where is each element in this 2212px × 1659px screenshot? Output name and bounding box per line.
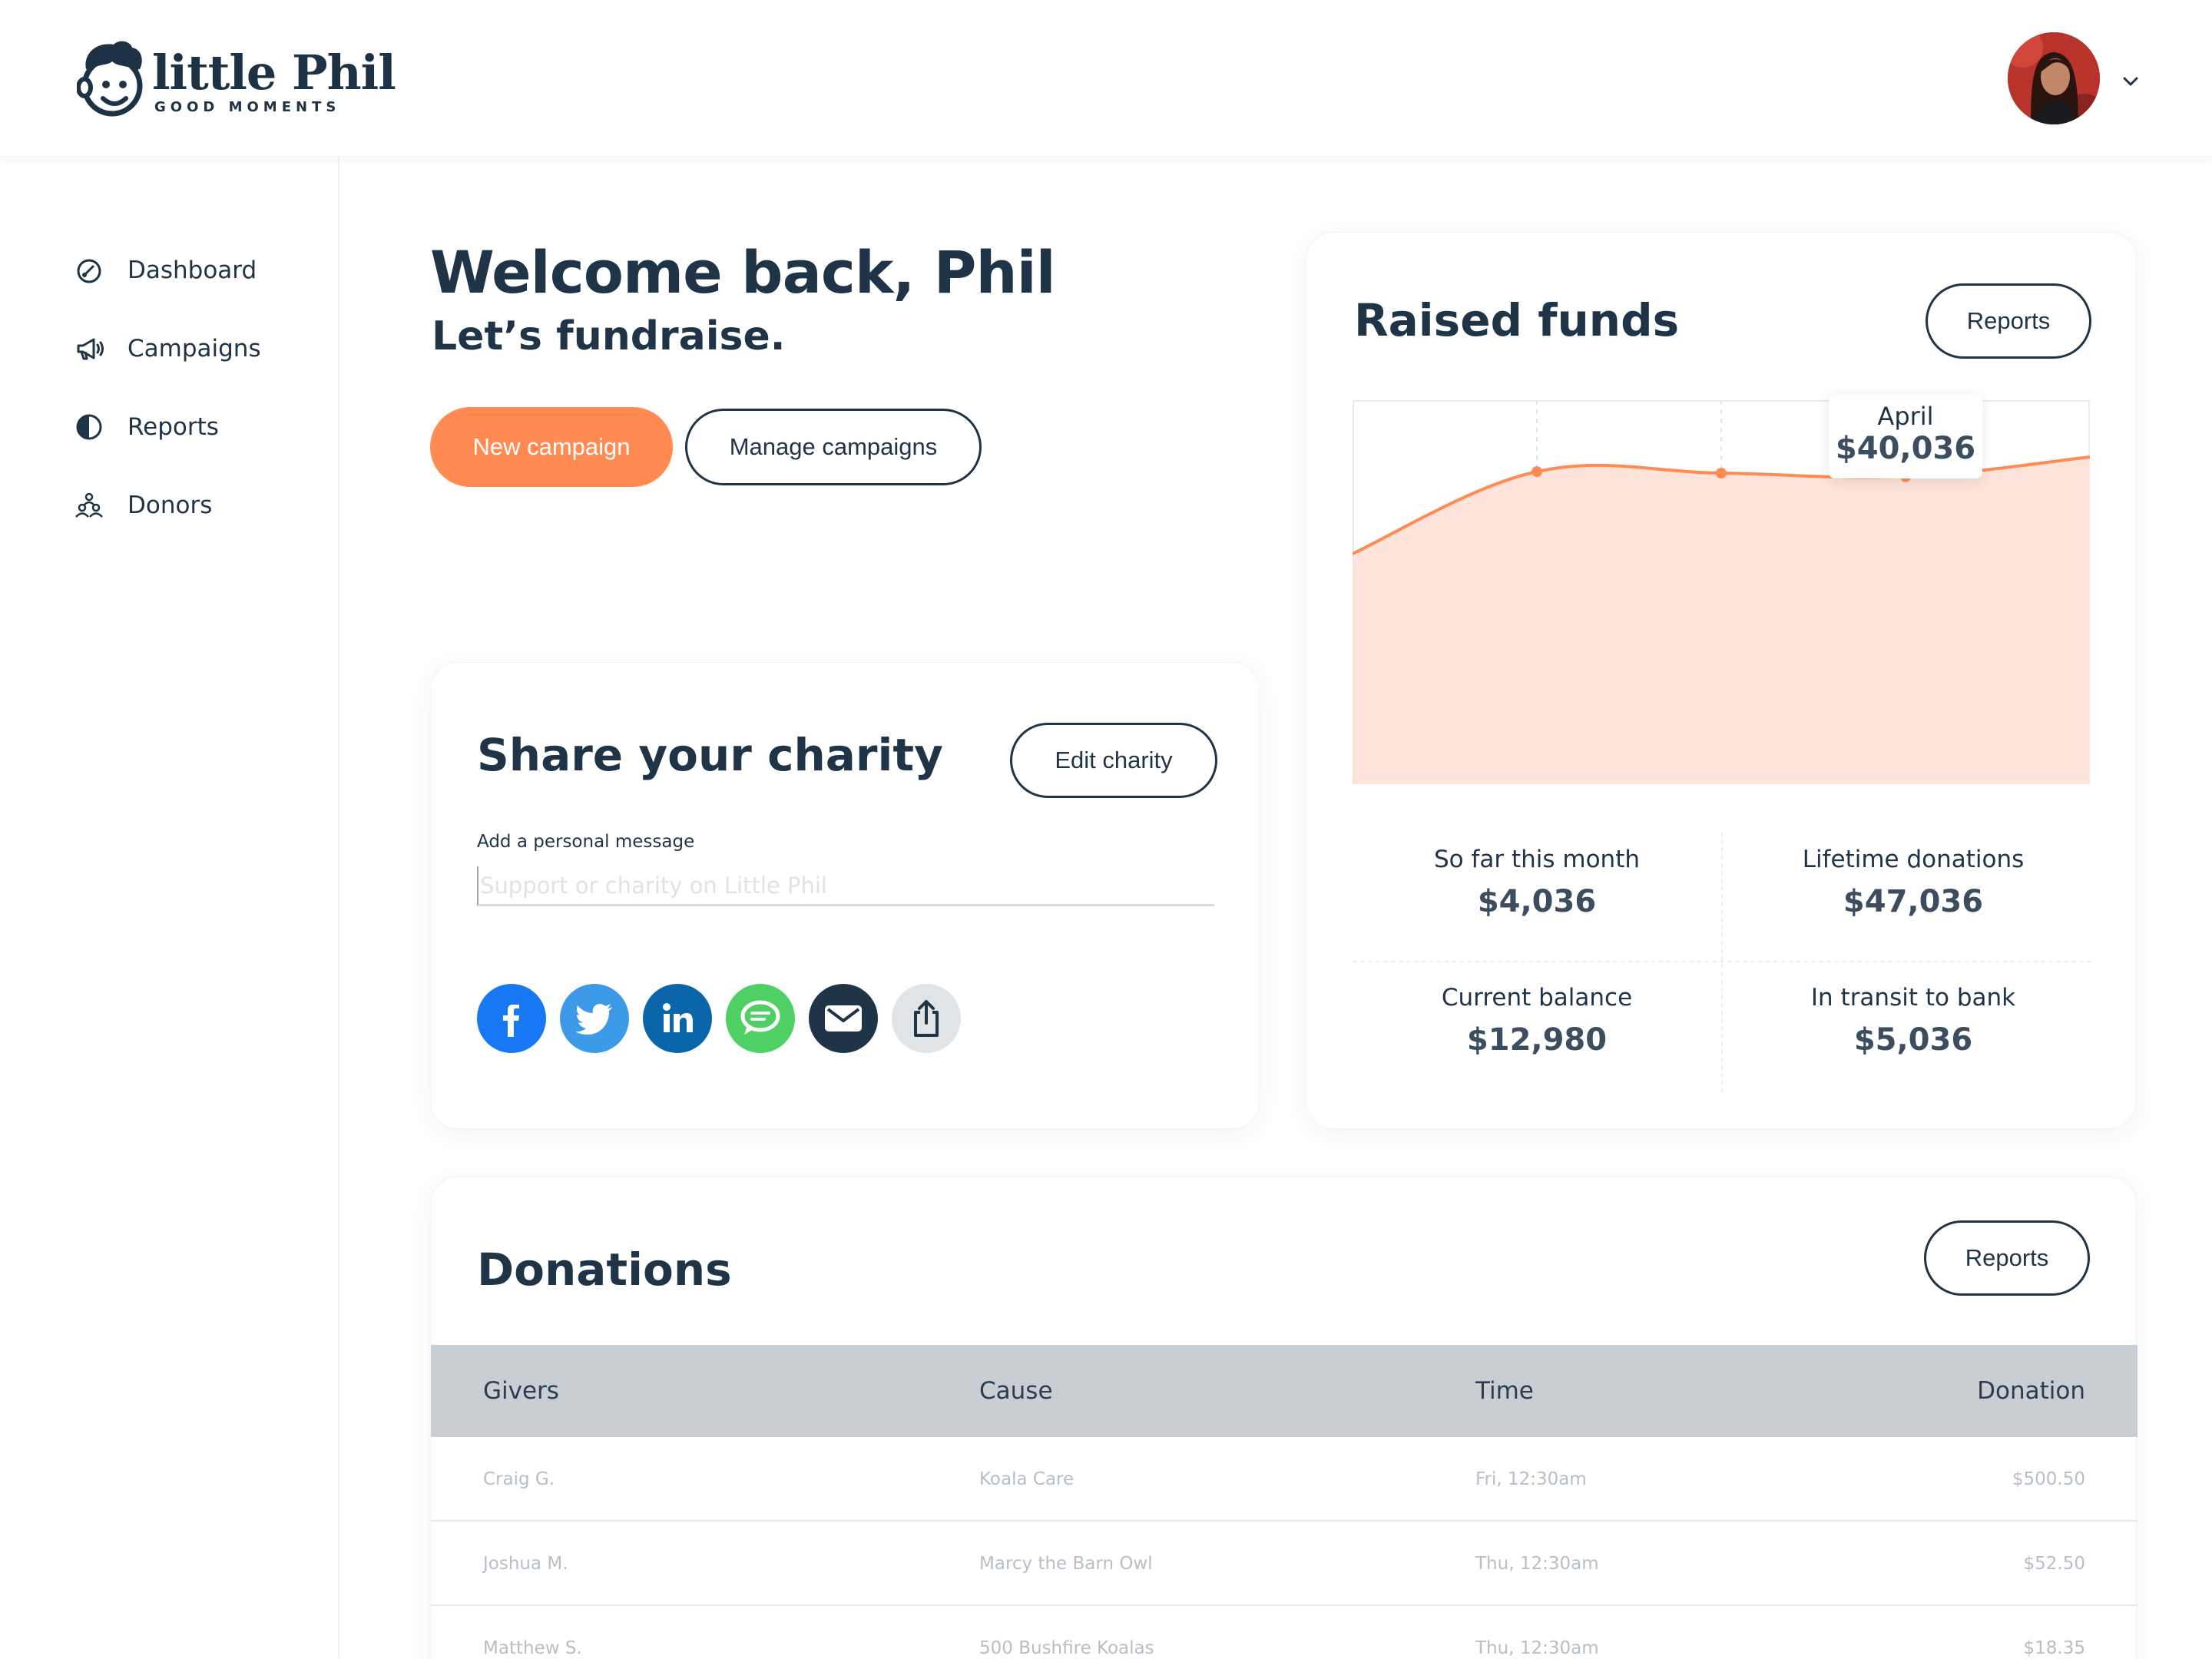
top-bar: little Phil GOOD MOMENTS xyxy=(0,0,2212,157)
brand-tagline: GOOD MOMENTS xyxy=(154,99,341,115)
funds-area xyxy=(1353,457,2090,784)
sidebar-item-label: Reports xyxy=(127,413,219,441)
table-row[interactable]: Joshua M. Marcy the Barn Owl Thu, 12:30a… xyxy=(431,1522,2137,1606)
donations-title: Donations xyxy=(477,1243,732,1296)
sidebar-item-label: Campaigns xyxy=(127,335,261,363)
mascot-icon xyxy=(77,41,143,117)
raised-funds-card: Raised funds Reports April $40,036 So fa… xyxy=(1306,232,2137,1129)
twitter-share-button[interactable] xyxy=(560,984,629,1053)
sidebar-item-reports[interactable]: Reports xyxy=(74,404,219,450)
sidebar-item-dashboard[interactable]: Dashboard xyxy=(74,247,257,293)
message-share-button[interactable] xyxy=(726,984,795,1053)
data-point[interactable] xyxy=(1716,468,1727,478)
cell-cause: Koala Care xyxy=(979,1469,1075,1489)
page-subtitle: Let’s fundraise. xyxy=(432,313,786,359)
donations-card: Donations Reports Givers Cause Time Dona… xyxy=(430,1177,2137,1659)
stat-balance: Current balance $12,980 xyxy=(1353,984,1721,1058)
sidebar-item-campaigns[interactable]: Campaigns xyxy=(74,326,261,372)
table-header: Givers Cause Time Donation xyxy=(431,1345,2137,1437)
donations-reports-button[interactable]: Reports xyxy=(1924,1220,2090,1296)
funds-reports-button[interactable]: Reports xyxy=(1926,283,2091,359)
page-title: Welcome back, Phil xyxy=(430,238,1056,306)
stat-value: $12,980 xyxy=(1466,1022,1608,1058)
sidebar: Dashboard Campaigns Reports Donors xyxy=(0,157,339,1659)
twitter-icon xyxy=(575,1004,612,1035)
stat-value: $4,036 xyxy=(1477,884,1597,919)
edit-charity-button[interactable]: Edit charity xyxy=(1010,723,1217,798)
stat-label: Current balance xyxy=(1441,984,1633,1012)
pie-chart-icon xyxy=(76,414,102,440)
funds-title: Raised funds xyxy=(1354,294,1680,346)
cell-donation: $52.50 xyxy=(2023,1554,2085,1574)
share-card: Share your charity Edit charity Add a pe… xyxy=(430,662,1260,1129)
cell-cause: 500 Bushfire Koalas xyxy=(979,1638,1154,1658)
column-header-time[interactable]: Time xyxy=(1475,1345,1534,1437)
cell-time: Fri, 12:30am xyxy=(1475,1469,1587,1489)
brand-name: little Phil xyxy=(152,45,396,101)
stat-transit: In transit to bank $5,036 xyxy=(1729,984,2098,1058)
facebook-share-button[interactable] xyxy=(477,984,546,1053)
stat-value: $47,036 xyxy=(1843,884,1984,919)
sidebar-item-label: Dashboard xyxy=(127,257,257,284)
stats-divider-horizontal xyxy=(1353,961,2091,962)
cell-donation: $18.35 xyxy=(2023,1638,2085,1658)
linkedin-share-button[interactable] xyxy=(643,984,712,1053)
avatar[interactable] xyxy=(2008,32,2100,124)
column-header-donation[interactable]: Donation xyxy=(1977,1345,2085,1437)
facebook-icon xyxy=(503,1005,519,1037)
stat-month: So far this month $4,036 xyxy=(1353,846,1721,919)
chart-tooltip: April $40,036 xyxy=(1829,394,1982,478)
cell-giver: Matthew S. xyxy=(483,1638,582,1658)
stat-label: Lifetime donations xyxy=(1802,846,2025,873)
megaphone-icon xyxy=(77,338,104,360)
cell-donation: $500.50 xyxy=(2012,1469,2085,1489)
message-icon xyxy=(740,1000,780,1035)
column-header-givers[interactable]: Givers xyxy=(483,1345,559,1437)
brand-logo[interactable]: little Phil GOOD MOMENTS xyxy=(77,38,396,123)
cell-time: Thu, 12:30am xyxy=(1475,1638,1599,1658)
stat-label: In transit to bank xyxy=(1810,984,2016,1012)
sidebar-item-donors[interactable]: Donors xyxy=(74,482,212,528)
email-icon xyxy=(825,1005,862,1031)
table-row[interactable]: Matthew S. 500 Bushfire Koalas Thu, 12:3… xyxy=(431,1606,2137,1659)
stat-value: $5,036 xyxy=(1853,1022,1973,1058)
share-title: Share your charity xyxy=(477,729,943,781)
stat-label: So far this month xyxy=(1433,846,1641,873)
column-header-cause[interactable]: Cause xyxy=(979,1345,1053,1437)
stat-lifetime: Lifetime donations $47,036 xyxy=(1729,846,2098,919)
email-share-button[interactable] xyxy=(809,984,878,1053)
cell-cause: Marcy the Barn Owl xyxy=(979,1554,1153,1574)
chevron-down-icon[interactable] xyxy=(2121,75,2140,88)
share-icon xyxy=(914,1000,939,1037)
personal-message-input[interactable] xyxy=(477,866,1214,906)
app: little Phil GOOD MOMENTS Dashboard Campa… xyxy=(0,0,2212,1659)
cell-giver: Joshua M. xyxy=(483,1554,568,1574)
cell-time: Thu, 12:30am xyxy=(1475,1554,1599,1574)
manage-campaigns-button[interactable]: Manage campaigns xyxy=(685,409,982,485)
people-icon xyxy=(75,492,103,518)
gauge-icon xyxy=(77,259,101,283)
stats-divider-vertical xyxy=(1721,832,1723,1093)
new-campaign-button[interactable]: New campaign xyxy=(430,407,673,487)
cell-giver: Craig G. xyxy=(483,1469,555,1489)
sidebar-item-label: Donors xyxy=(127,492,213,519)
message-label: Add a personal message xyxy=(477,832,695,852)
linkedin-icon xyxy=(663,1003,693,1032)
avatar-image xyxy=(2008,32,2100,124)
more-share-button[interactable] xyxy=(892,984,961,1053)
table-row[interactable]: Craig G. Koala Care Fri, 12:30am $500.50 xyxy=(431,1437,2137,1522)
data-point[interactable] xyxy=(1532,466,1542,477)
tooltip-month: April xyxy=(1877,402,1934,431)
tooltip-value: $40,036 xyxy=(1835,431,1976,466)
